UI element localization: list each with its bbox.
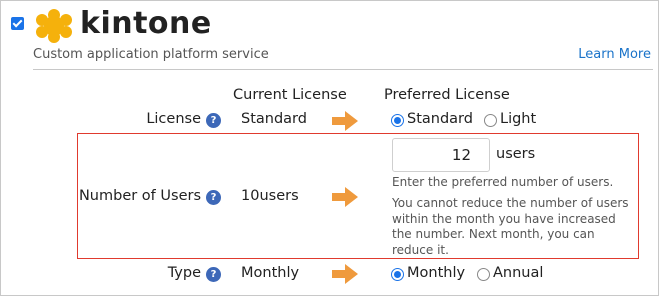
license-arrow-icon — [332, 111, 358, 131]
type-arrow-icon — [332, 264, 358, 284]
users-input[interactable] — [392, 138, 490, 172]
enable-checkbox[interactable] — [11, 17, 24, 30]
type-monthly-radio[interactable] — [391, 268, 404, 281]
type-monthly-label[interactable]: Monthly — [407, 265, 465, 281]
license-help-icon[interactable]: ? — [206, 113, 221, 128]
preferred-license-header: Preferred License — [384, 87, 510, 103]
learn-more-link[interactable]: Learn More — [578, 47, 651, 62]
users-notice-text: You cannot reduce the number of users wi… — [392, 196, 629, 257]
type-annual-label[interactable]: Annual — [493, 265, 543, 281]
license-standard-label[interactable]: Standard — [407, 111, 473, 127]
license-standard-radio[interactable] — [391, 114, 404, 127]
current-license-value: Standard — [241, 111, 307, 127]
number-of-users-label: Number of Users — [78, 188, 201, 204]
app-subtitle: Custom application platform service — [33, 47, 269, 62]
license-label: License — [146, 111, 201, 127]
users-help-icon[interactable]: ? — [206, 190, 221, 205]
current-type-value: Monthly — [241, 265, 300, 281]
divider — [33, 69, 653, 70]
users-hint-text: Enter the preferred number of users. — [392, 175, 614, 189]
users-arrow-icon — [332, 187, 358, 207]
app-name: kintone — [80, 6, 212, 41]
type-annual-radio[interactable] — [477, 268, 490, 281]
kintone-cloud-logo-icon — [36, 9, 72, 43]
current-users-value: 10users — [241, 188, 299, 204]
license-light-label[interactable]: Light — [500, 111, 536, 127]
type-help-icon[interactable]: ? — [206, 267, 221, 282]
users-unit-label: users — [496, 146, 536, 162]
type-label: Type — [167, 265, 201, 281]
license-light-radio[interactable] — [484, 114, 497, 127]
current-license-header: Current License — [233, 87, 347, 103]
